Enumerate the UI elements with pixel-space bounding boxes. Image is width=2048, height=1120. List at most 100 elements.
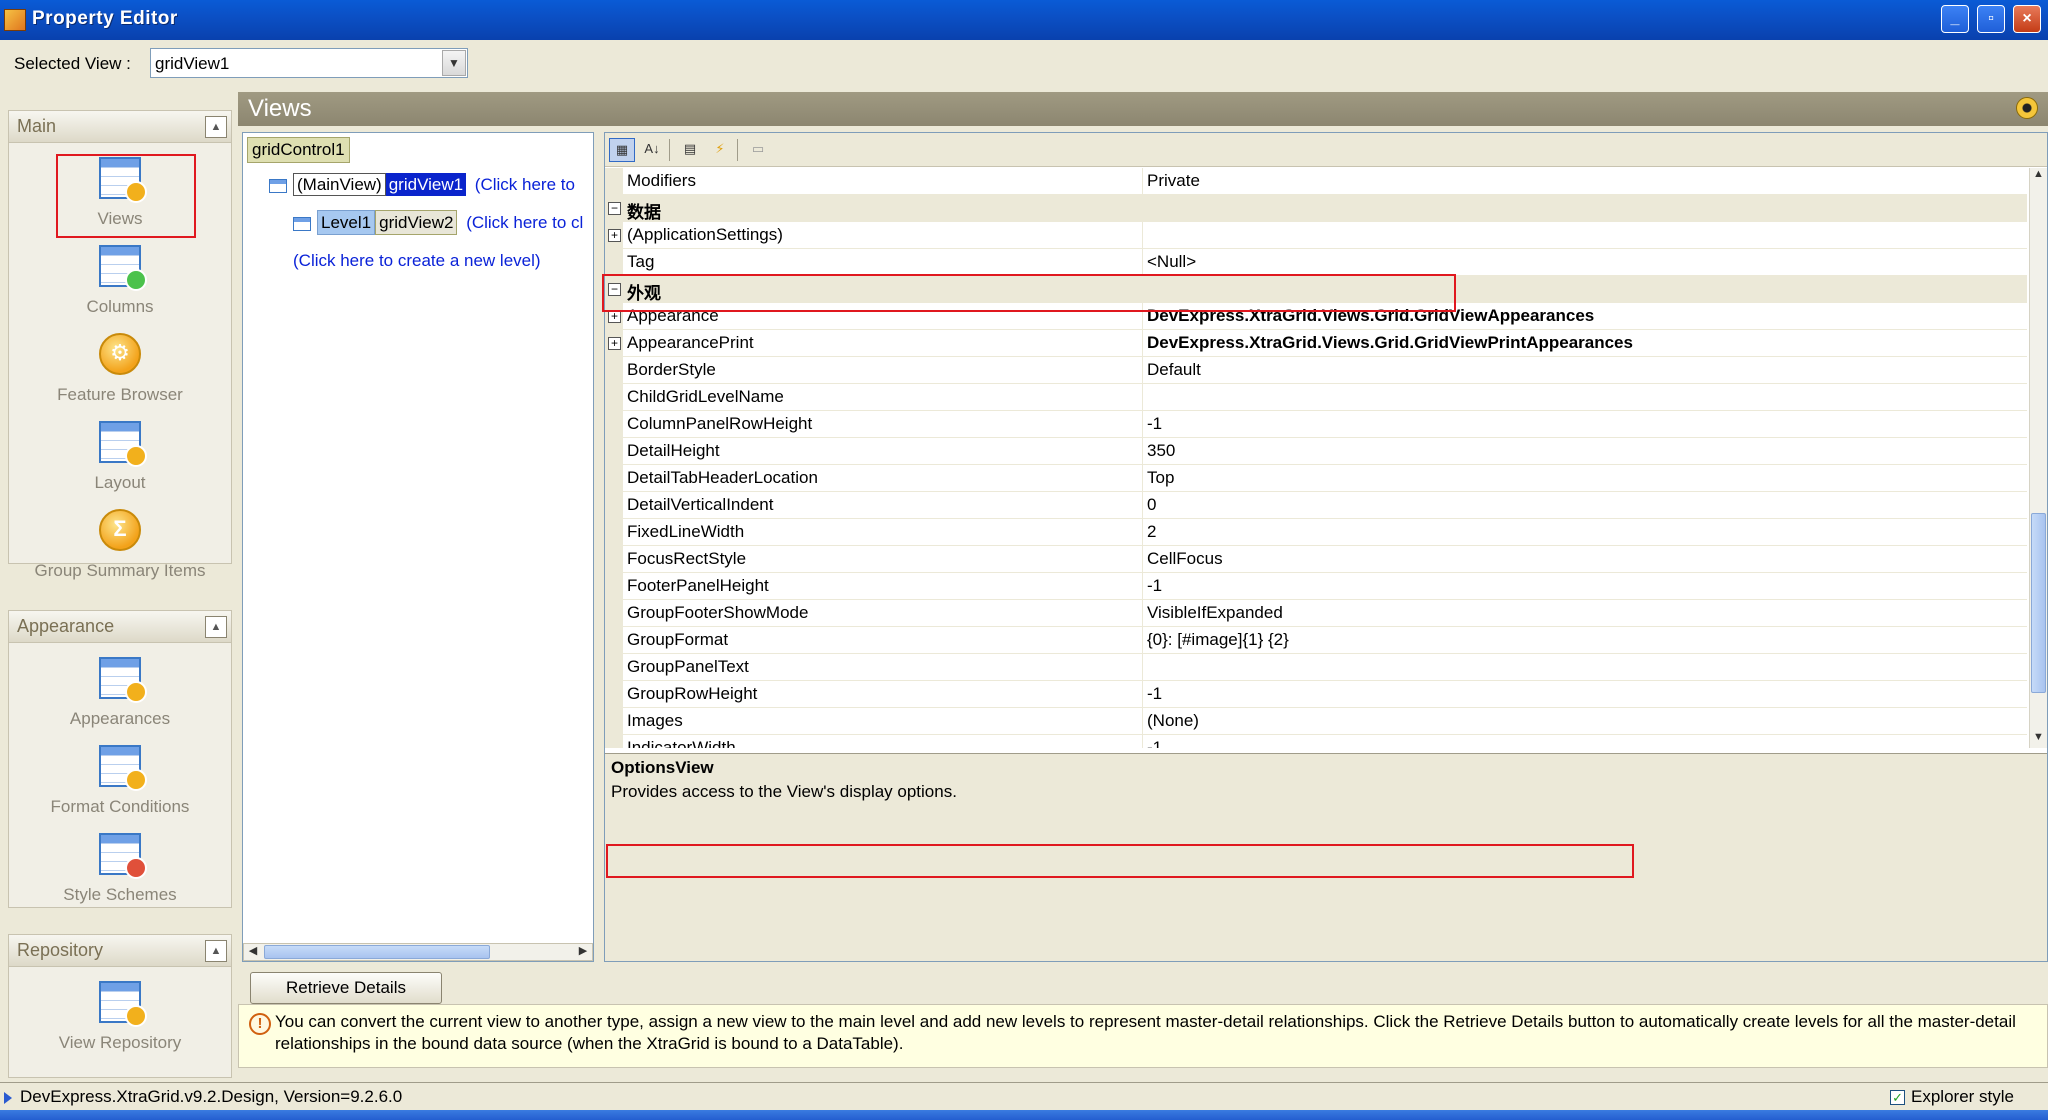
nav-item-appearances[interactable]: Appearances: [9, 651, 231, 739]
collapse-icon[interactable]: ▲: [205, 616, 227, 638]
create-level-link[interactable]: (Click here to create a new level): [293, 251, 541, 277]
nav-item-view-repository[interactable]: View Repository: [9, 975, 231, 1063]
highlight-box-views: [56, 154, 196, 238]
property-value[interactable]: CellFocus: [1147, 549, 2017, 569]
property-value[interactable]: (None): [1147, 711, 2017, 731]
property-row[interactable]: Images (None): [605, 708, 2027, 735]
scroll-up-icon[interactable]: ▲: [2030, 168, 2047, 185]
app-icon: [4, 9, 26, 31]
close-button[interactable]: ×: [2013, 5, 2041, 33]
property-value[interactable]: 2: [1147, 522, 2017, 542]
property-value[interactable]: VisibleIfExpanded: [1147, 603, 2017, 623]
property-value[interactable]: -1: [1147, 414, 2017, 434]
selected-view-combo[interactable]: gridView1 ▼: [150, 48, 468, 78]
scroll-right-icon[interactable]: ▶: [574, 944, 592, 960]
property-value[interactable]: -1: [1147, 738, 2017, 748]
nav-item-label: Style Schemes: [63, 885, 177, 904]
panel-splitter[interactable]: [596, 132, 602, 962]
collapse-icon[interactable]: −: [608, 202, 621, 215]
property-row[interactable]: FocusRectStyle CellFocus: [605, 546, 2027, 573]
nav-item-columns[interactable]: Columns: [9, 239, 231, 327]
hint-text: You can convert the current view to anot…: [275, 1012, 2016, 1053]
property-value[interactable]: Default: [1147, 360, 2017, 380]
property-row[interactable]: IndicatorWidth -1: [605, 735, 2027, 748]
nav-item-layout[interactable]: Layout: [9, 415, 231, 503]
tree-node-level1[interactable]: Level1 gridView2 (Click here to cl: [293, 210, 583, 239]
nav-item-feature-browser[interactable]: ⚙ Feature Browser: [9, 327, 231, 415]
property-row[interactable]: ColumnPanelRowHeight -1: [605, 411, 2027, 438]
property-row[interactable]: DetailVerticalIndent 0: [605, 492, 2027, 519]
property-vertical-scrollbar[interactable]: ▲ ▼: [2029, 168, 2047, 748]
nav-item-group-summary-items[interactable]: Σ Group Summary Items: [9, 503, 231, 591]
level-tag[interactable]: Level1: [317, 210, 376, 235]
explorer-style-checkbox[interactable]: ✓ Explorer style: [1890, 1087, 2014, 1107]
property-value[interactable]: Top: [1147, 468, 2017, 488]
property-row[interactable]: FooterPanelHeight -1: [605, 573, 2027, 600]
scroll-down-icon[interactable]: ▼: [2030, 731, 2047, 748]
scroll-thumb[interactable]: [264, 945, 490, 959]
eye-icon[interactable]: [2016, 97, 2038, 119]
property-value[interactable]: Private: [1147, 171, 2017, 191]
properties-icon[interactable]: ▤: [677, 138, 703, 162]
property-row[interactable]: + AppearancePrint DevExpress.XtraGrid.View…: [605, 330, 2027, 357]
change-level-view-link[interactable]: (Click here to cl: [466, 213, 583, 232]
nav-item-format-conditions[interactable]: Format Conditions: [9, 739, 231, 827]
property-value[interactable]: {0}: [#image]{1} {2}: [1147, 630, 2017, 650]
nav-group-header-repository[interactable]: Repository ▲: [9, 935, 231, 967]
nav-item-label: Appearances: [69, 709, 171, 728]
property-category[interactable]: − 数据: [605, 195, 2027, 222]
scroll-left-icon[interactable]: ◀: [244, 944, 262, 960]
grid-view-icon: [293, 216, 311, 231]
property-name: DetailTabHeaderLocation: [627, 468, 818, 487]
expand-icon[interactable]: +: [608, 229, 621, 242]
property-pages-icon[interactable]: ▭: [745, 138, 771, 162]
property-name: AppearancePrint: [627, 333, 754, 352]
retrieve-details-button[interactable]: Retrieve Details: [250, 972, 442, 1004]
style-schemes-icon: [99, 833, 147, 879]
nav-item-style-schemes[interactable]: Style Schemes: [9, 827, 231, 915]
property-value[interactable]: -1: [1147, 576, 2017, 596]
selected-view-value: gridView1: [155, 54, 230, 73]
level-view-name[interactable]: gridView2: [375, 210, 458, 235]
property-row[interactable]: GroupFooterShowMode VisibleIfExpanded: [605, 600, 2027, 627]
tree-node-main-view[interactable]: (MainView) gridView1 (Click here to: [269, 173, 575, 201]
sort-alphabetical-icon[interactable]: A↓: [639, 138, 665, 162]
columns-icon: [99, 245, 147, 291]
property-row[interactable]: + (ApplicationSettings): [605, 222, 2027, 249]
property-row[interactable]: BorderStyle Default: [605, 357, 2027, 384]
scroll-thumb[interactable]: [2031, 513, 2046, 693]
property-name: FocusRectStyle: [627, 549, 747, 568]
minimize-button[interactable]: _: [1941, 5, 1969, 33]
property-row[interactable]: ChildGridLevelName: [605, 384, 2027, 411]
change-view-link[interactable]: (Click here to: [475, 175, 575, 194]
title-bar[interactable]: Property Editor _ ▫ ×: [0, 0, 2048, 40]
tree-root[interactable]: gridControl1: [247, 137, 350, 163]
property-value[interactable]: -1: [1147, 684, 2017, 704]
main-view-name[interactable]: gridView1: [385, 173, 467, 196]
collapse-icon[interactable]: ▲: [205, 940, 227, 962]
events-icon[interactable]: ⚡: [707, 138, 733, 162]
collapse-icon[interactable]: ▲: [205, 116, 227, 138]
property-row[interactable]: GroupRowHeight -1: [605, 681, 2027, 708]
tree-horizontal-scrollbar[interactable]: ◀ ▶: [243, 943, 593, 961]
nav-group-header-appearance[interactable]: Appearance ▲: [9, 611, 231, 643]
property-row[interactable]: GroupPanelText: [605, 654, 2027, 681]
property-row[interactable]: Tag <Null>: [605, 249, 2027, 276]
checkbox-icon[interactable]: ✓: [1890, 1090, 1906, 1106]
property-row[interactable]: FixedLineWidth 2: [605, 519, 2027, 546]
property-row[interactable]: GroupFormat {0}: [#image]{1} {2}: [605, 627, 2027, 654]
property-value[interactable]: 350: [1147, 441, 2017, 461]
nav-item-label: Feature Browser: [57, 385, 183, 404]
views-header: Views: [238, 92, 2048, 126]
property-row[interactable]: DetailTabHeaderLocation Top: [605, 465, 2027, 492]
expand-icon[interactable]: +: [608, 337, 621, 350]
chevron-down-icon[interactable]: ▼: [442, 50, 466, 76]
nav-group-header-main[interactable]: Main ▲: [9, 111, 231, 143]
property-value[interactable]: <Null>: [1147, 252, 2017, 272]
maximize-button[interactable]: ▫: [1977, 5, 2005, 33]
property-value[interactable]: DevExpress.XtraGrid.Views.Grid.GridViewP…: [1147, 333, 2017, 353]
property-row[interactable]: Modifiers Private: [605, 168, 2027, 195]
property-value[interactable]: 0: [1147, 495, 2017, 515]
categorized-icon[interactable]: ▦: [609, 138, 635, 162]
property-row[interactable]: DetailHeight 350: [605, 438, 2027, 465]
